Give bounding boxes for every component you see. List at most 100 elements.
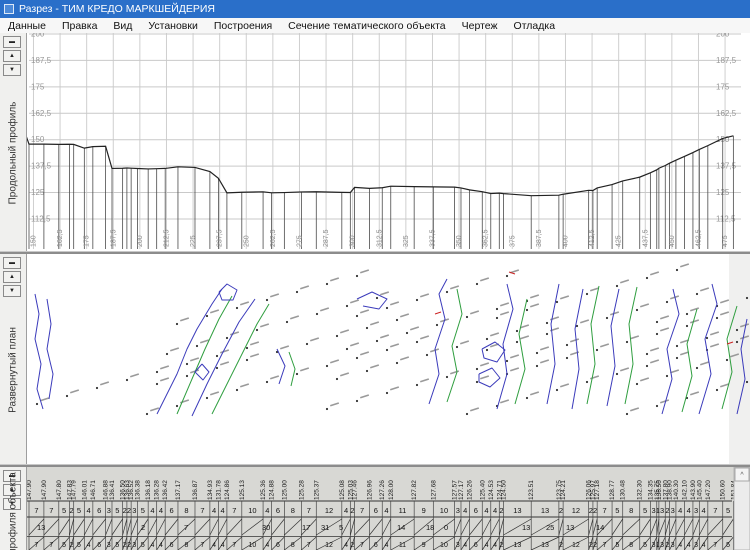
survey-point xyxy=(296,291,298,293)
grid-bottom-value: 9 xyxy=(422,542,426,549)
point-label-mark xyxy=(500,302,509,306)
survey-point xyxy=(466,316,468,318)
grid-bottom-value: 2 xyxy=(559,542,563,549)
plan-scroll-up-button[interactable]: ▲ xyxy=(3,271,21,283)
survey-point xyxy=(736,341,738,343)
menu-vid[interactable]: Вид xyxy=(105,20,140,32)
grid-distance-value: 7 xyxy=(713,506,717,515)
survey-point xyxy=(536,365,538,367)
elevation-label-left: 175 xyxy=(31,82,45,91)
grid-bottom-value: 4 xyxy=(702,542,706,549)
grid-table[interactable]: 147.90147.90147.80147.83147.79146.01146.… xyxy=(27,467,750,550)
grid-bottom-value: 4 xyxy=(265,542,269,549)
point-label-mark xyxy=(390,343,399,347)
elevation-label-left: 187,5 xyxy=(31,56,52,65)
point-label-mark xyxy=(280,345,289,349)
point-label-mark xyxy=(370,321,379,325)
elevation-label-right: 200 xyxy=(716,33,730,39)
survey-point xyxy=(226,337,228,339)
grid-distance-value: 3 xyxy=(107,506,111,515)
grid-group-value: 18 xyxy=(426,523,434,532)
chainage-label: 275 xyxy=(296,235,303,247)
menu-chertezh[interactable]: Чертеж xyxy=(454,20,506,32)
plan-canvas[interactable] xyxy=(27,254,750,464)
grid-distance-value: 4 xyxy=(493,506,497,515)
point-label-mark xyxy=(520,335,529,339)
profile-scroll-up-button[interactable]: ▲ xyxy=(3,50,21,62)
survey-point xyxy=(406,332,408,334)
grid-elevation-value: 124.21 xyxy=(560,480,567,500)
profile-canvas[interactable]: 200200187,5187,5175175162,5162,515015013… xyxy=(27,33,750,251)
point-label-mark xyxy=(600,343,609,347)
survey-point xyxy=(336,378,338,380)
point-label-mark xyxy=(460,340,469,344)
survey-point xyxy=(396,319,398,321)
grid-bottom-value: 7 xyxy=(200,542,204,549)
chainage-label: 250 xyxy=(243,235,250,247)
survey-point xyxy=(176,323,178,325)
grid-elevation-value: 127.82 xyxy=(411,480,418,500)
survey-point xyxy=(676,269,678,271)
plan-collapse-button[interactable]: ▬ xyxy=(3,257,21,269)
grid-distance-value: 2 xyxy=(593,506,597,515)
grid-side-strip: ▬ ▲ ▼ профиля объекта xyxy=(0,467,27,550)
point-label-mark xyxy=(130,373,139,377)
title-bar[interactable]: Разрез - ТИМ КРЕДО МАРКШЕЙДЕРИЯ xyxy=(0,0,750,18)
grid-elevation-value: 147.20 xyxy=(705,480,712,500)
contour-line xyxy=(682,309,697,412)
menu-sechenie[interactable]: Сечение тематического объекта xyxy=(280,20,453,32)
grid-distance-value: 3 xyxy=(694,506,698,515)
survey-point xyxy=(666,301,668,303)
profile-chart[interactable]: 200200187,5187,5175175162,5162,515015013… xyxy=(27,33,750,251)
survey-point xyxy=(196,345,198,347)
grid-distance-value: 4 xyxy=(344,506,348,515)
grid-group-value: 0 xyxy=(444,523,448,532)
survey-point xyxy=(686,325,688,327)
menu-pravka[interactable]: Правка xyxy=(54,20,105,32)
grid-canvas[interactable]: 147.90147.90147.80147.83147.79146.01146.… xyxy=(27,467,750,550)
plan-drawing[interactable] xyxy=(27,254,750,464)
plan-side-strip: ▬ ▲ ▼ Развернутый план xyxy=(0,254,27,464)
grid-elevation-value: 125.36 xyxy=(260,480,267,500)
point-label-mark xyxy=(240,383,249,387)
survey-point xyxy=(636,309,638,311)
point-label-mark xyxy=(170,347,179,351)
menu-ustanovki[interactable]: Установки xyxy=(140,20,205,32)
point-label-mark xyxy=(180,317,189,321)
grid-bottom-value: 11 xyxy=(399,542,406,549)
point-label-mark xyxy=(40,397,49,401)
point-label-mark xyxy=(350,299,359,303)
survey-point xyxy=(356,357,358,359)
grid-distance-value: 12 xyxy=(572,506,580,515)
point-label-mark xyxy=(390,301,399,305)
grid-elevation-value: 125.13 xyxy=(239,480,246,500)
survey-point xyxy=(376,340,378,342)
plan-scroll-down-button[interactable]: ▼ xyxy=(3,285,21,297)
survey-point xyxy=(526,309,528,311)
point-label-mark xyxy=(660,315,669,319)
contour-line xyxy=(35,294,43,409)
grid-distance-value: 2 xyxy=(665,506,669,515)
profile-elevation-labels: 200200187,5187,5175175162,5162,515015013… xyxy=(31,33,737,223)
point-label-mark xyxy=(360,351,369,355)
survey-point xyxy=(366,370,368,372)
grid-bottom-value: 4 xyxy=(344,542,348,549)
grid-bottom-value: 4 xyxy=(485,542,489,549)
menu-otladka[interactable]: Отладка xyxy=(506,20,564,32)
point-label-mark xyxy=(480,362,489,366)
grid-elevation-value: 125.00 xyxy=(281,480,288,500)
grid-bottom-value: 5 xyxy=(726,542,730,549)
menu-postroeniya[interactable]: Построения xyxy=(206,20,280,32)
survey-point xyxy=(156,383,158,385)
survey-point xyxy=(746,381,748,383)
menu-dannye[interactable]: Данные xyxy=(0,20,54,32)
chainage-label: 425 xyxy=(616,235,623,247)
survey-point xyxy=(416,299,418,301)
grid-bottom-value: 7 xyxy=(34,542,38,549)
profile-scroll-down-button[interactable]: ▼ xyxy=(3,64,21,76)
grid-group-value: 31 xyxy=(321,523,329,532)
survey-point xyxy=(96,387,98,389)
survey-point xyxy=(676,345,678,347)
grid-distance-value: 12 xyxy=(325,506,333,515)
profile-collapse-button[interactable]: ▬ xyxy=(3,36,21,48)
